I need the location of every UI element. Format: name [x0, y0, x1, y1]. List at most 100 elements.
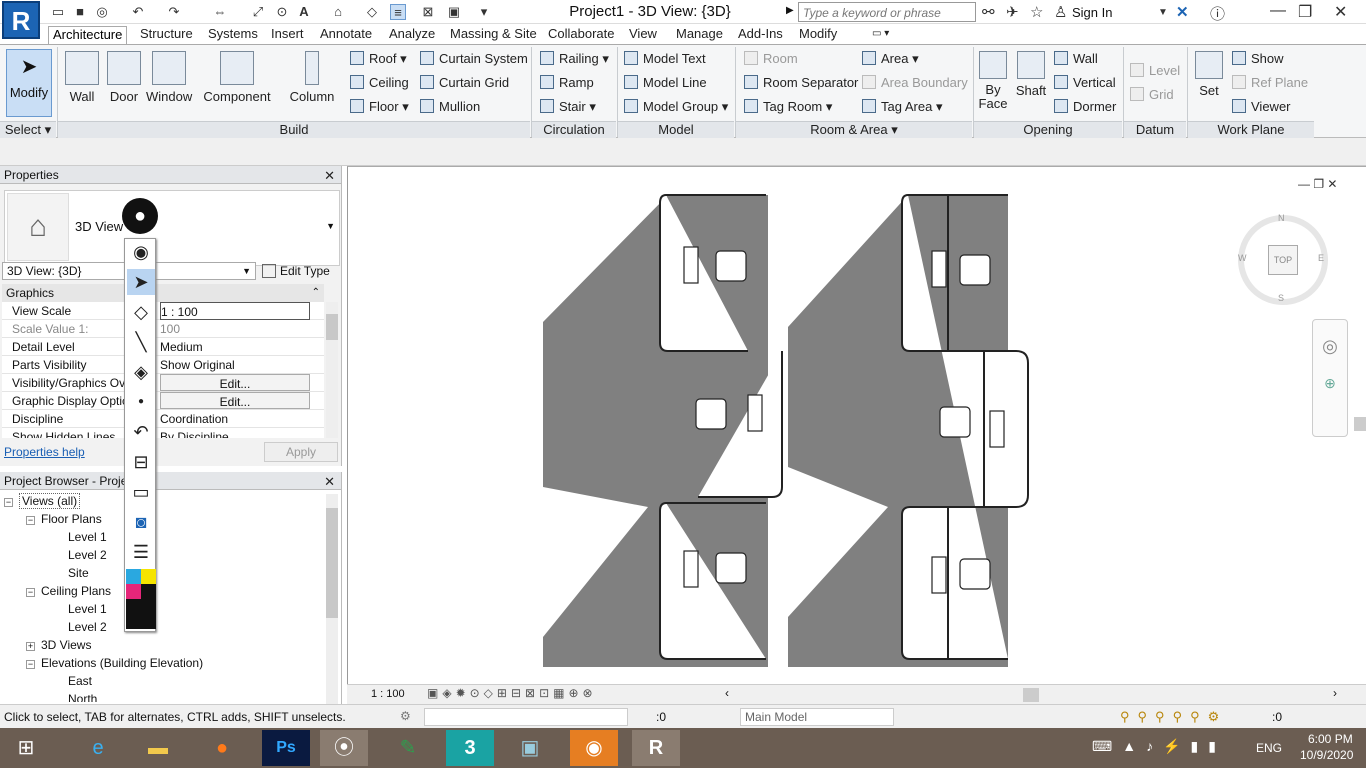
tab-annotate[interactable]: Annotate	[316, 26, 376, 44]
prop-row-detail-level[interactable]: Detail Level Medium	[2, 338, 324, 356]
3ds-max-icon[interactable]: 3	[446, 730, 494, 766]
prop-row-discipline[interactable]: Discipline Coordination	[2, 410, 324, 428]
window-button[interactable]: Window	[146, 51, 192, 104]
room-separator-button[interactable]: Room Separator	[744, 73, 858, 93]
steering-wheel-icon[interactable]: ◎	[1313, 336, 1347, 357]
tab-manage[interactable]: Manage	[672, 26, 727, 44]
close-icon[interactable]: ✕	[324, 473, 335, 491]
type-selector[interactable]: ⌂ 3D View ▼	[4, 190, 340, 266]
open-icon[interactable]: ▭	[50, 4, 66, 20]
component-button[interactable]: Component	[202, 51, 272, 104]
tree-east[interactable]: East	[68, 674, 92, 688]
scroll-left-icon[interactable]: ‹	[725, 686, 729, 700]
shaft-button[interactable]: Shaft	[1012, 51, 1050, 98]
view-scale[interactable]: 1 : 100	[371, 688, 405, 700]
measure-icon[interactable]: ⇔	[212, 4, 228, 20]
tab-view[interactable]: View	[625, 26, 661, 44]
ceiling-button[interactable]: Ceiling	[350, 73, 409, 93]
tab-architecture[interactable]: Architecture	[48, 26, 128, 44]
tab-analyze[interactable]: Analyze	[385, 26, 439, 44]
collapse-icon[interactable]: −	[4, 498, 13, 507]
undo-icon[interactable]: ↶	[130, 4, 146, 20]
room-button[interactable]: Room	[744, 49, 798, 69]
dot-icon[interactable]: ●	[127, 389, 155, 415]
scroll-right-icon[interactable]: ›	[1333, 686, 1337, 700]
prop-row-parts-visibility[interactable]: Parts Visibility Show Original	[2, 356, 324, 374]
tree-views-all[interactable]: − Views (all)	[4, 493, 81, 509]
view-window-controls[interactable]: — ❐ ✕	[1298, 177, 1337, 191]
mullion-button[interactable]: Mullion	[420, 97, 480, 117]
area-button[interactable]: Area ▾	[862, 49, 919, 69]
star-icon[interactable]: ☆	[1030, 3, 1043, 21]
eraser-icon[interactable]: ◇	[127, 299, 155, 325]
column-button[interactable]: Column	[288, 51, 336, 104]
curtain-system-button[interactable]: Curtain System	[420, 49, 528, 69]
annotation-app-icon[interactable]: ⦿	[320, 730, 368, 766]
tag-room-button[interactable]: Tag Room ▾	[744, 97, 832, 117]
close-hidden-icon[interactable]: ⊠	[420, 4, 436, 20]
view-control-icons[interactable]: ▣◈✹⊙◇⊞⊟⊠⊡▦⊕⊗	[427, 686, 597, 700]
prop-value[interactable]: Show Original	[160, 356, 310, 374]
floor-button[interactable]: Floor ▾	[350, 97, 409, 117]
tree-floor-plans[interactable]: − Floor Plans	[26, 512, 102, 526]
dormer-button[interactable]: Dormer	[1054, 97, 1116, 117]
level-button[interactable]: Level	[1130, 61, 1180, 81]
prop-row-view-scale[interactable]: View Scale 1 : 100	[2, 302, 324, 320]
door-button[interactable]: Door	[104, 51, 144, 104]
sketch-app-icon[interactable]: ✎	[384, 730, 432, 766]
file-explorer-icon[interactable]: ▬	[134, 730, 182, 766]
tab-modify[interactable]: Modify	[795, 26, 841, 44]
tag-icon[interactable]: ⊙	[274, 4, 290, 20]
3d-viewport[interactable]: — ❐ ✕ TOP N S E W ◎ ⊕	[347, 166, 1366, 684]
prop-value[interactable]: 1 : 100	[160, 302, 310, 320]
prop-value[interactable]: Medium	[160, 338, 310, 356]
scroll-thumb[interactable]	[326, 508, 338, 618]
customize-qat-icon[interactable]: ▾	[476, 4, 492, 20]
grid-button[interactable]: Grid	[1130, 85, 1174, 105]
collapse-icon[interactable]: −	[26, 660, 35, 669]
worksets-icon[interactable]: ⚙	[400, 709, 411, 723]
show-button[interactable]: Show	[1232, 49, 1284, 69]
switch-windows-icon[interactable]: ▣	[446, 4, 462, 20]
by-face-button[interactable]: By Face	[976, 51, 1010, 111]
revit-taskbar-icon[interactable]: R	[632, 730, 680, 766]
trash-icon[interactable]: ⊟	[127, 449, 155, 475]
search-input[interactable]: Type a keyword or phrase	[798, 2, 976, 22]
subscription-icon[interactable]: ✈	[1006, 3, 1019, 21]
model-canvas[interactable]	[348, 167, 1366, 685]
tree-level-2[interactable]: Level 2	[68, 548, 107, 562]
cursor-icon[interactable]: ➤	[127, 269, 155, 295]
viewcube-south[interactable]: S	[1278, 293, 1284, 303]
app-menu-button[interactable]: R	[2, 1, 40, 39]
clock-time[interactable]: 6:00 PM	[1308, 732, 1353, 746]
prop-value[interactable]: By Discipline	[160, 428, 310, 438]
tray-icons[interactable]: ⌨▲♪⚡▮▮	[1092, 738, 1226, 755]
binoculars-icon[interactable]: ⚯	[982, 3, 995, 21]
language-indicator[interactable]: ENG	[1256, 741, 1282, 755]
viewcube-west[interactable]: W	[1238, 253, 1247, 263]
thin-lines-icon[interactable]: ≡	[390, 4, 406, 20]
redo-icon[interactable]: ↷	[166, 4, 182, 20]
expand-icon[interactable]: +	[26, 642, 35, 651]
restore-button[interactable]: ❐	[1298, 2, 1312, 22]
user-icon[interactable]: ♙	[1054, 3, 1067, 21]
annotation-tool-logo[interactable]: ●	[122, 198, 158, 234]
scroll-thumb[interactable]	[326, 314, 338, 340]
clipboard-icon[interactable]: ☰	[127, 539, 155, 565]
help-icon[interactable]: ⓘ	[1210, 3, 1225, 24]
design-option-dropdown[interactable]: Main Model	[740, 708, 894, 726]
roof-button[interactable]: Roof ▾	[350, 49, 407, 69]
wall-button[interactable]: Wall	[62, 51, 102, 104]
prop-row-visibility-graphics[interactable]: Visibility/Graphics Ov Edit...	[2, 374, 324, 392]
tab-collaborate[interactable]: Collaborate	[544, 26, 619, 44]
apply-button[interactable]: Apply	[264, 442, 338, 462]
edit-button[interactable]: Edit...	[160, 392, 310, 409]
collapse-icon[interactable]: −	[26, 588, 35, 597]
viewport-vscroll[interactable]	[1354, 417, 1366, 431]
properties-scrollbar[interactable]	[326, 302, 338, 438]
curtain-grid-button[interactable]: Curtain Grid	[420, 73, 509, 93]
viewport-hscroll[interactable]	[1023, 688, 1039, 702]
viewcube-top[interactable]: TOP	[1268, 245, 1298, 275]
tag-area-button[interactable]: Tag Area ▾	[862, 97, 942, 117]
ref-plane-button[interactable]: Ref Plane	[1232, 73, 1308, 93]
